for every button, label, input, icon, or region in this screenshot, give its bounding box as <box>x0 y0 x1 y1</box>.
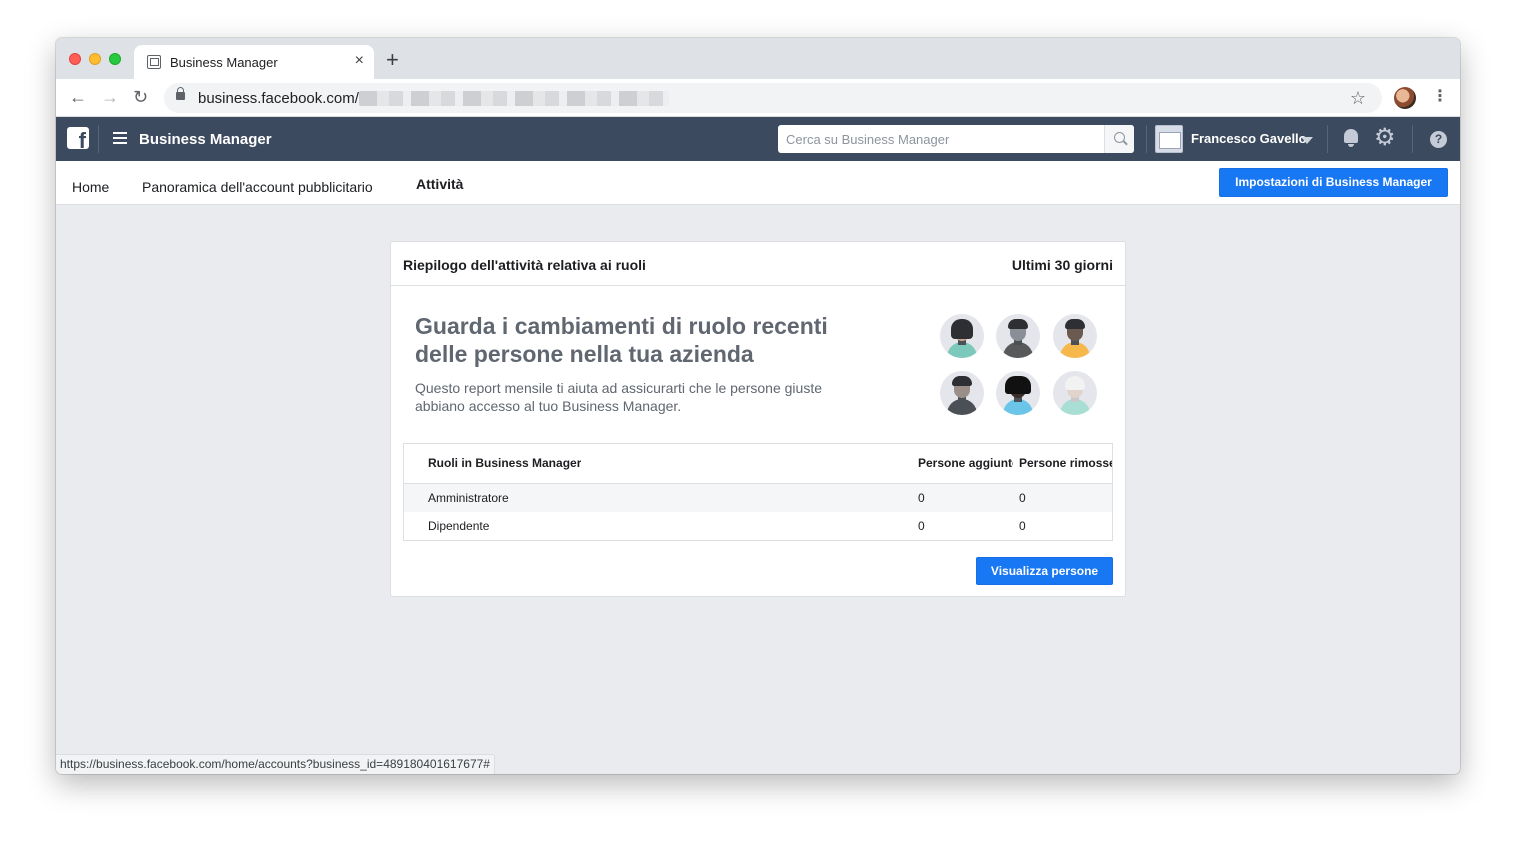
redacted-url-segment <box>359 91 669 106</box>
period-label: Ultimi 30 giorni <box>1011 257 1113 273</box>
new-tab-button[interactable]: + <box>386 49 399 71</box>
table-row: Dipendente 0 0 <box>404 512 1112 540</box>
column-header-removed[interactable]: Persone rimosse <box>1019 456 1112 470</box>
gear-icon[interactable]: ⚙ <box>1374 126 1396 150</box>
nav-home[interactable]: Home <box>72 179 109 195</box>
browser-window: Business Manager × + ← → ↻ business.face… <box>56 38 1460 774</box>
card-title: Riepilogo dell'attività relativa ai ruol… <box>403 257 646 273</box>
divider <box>1146 125 1147 153</box>
person-illustration-icon <box>1053 314 1097 358</box>
chevron-down-icon[interactable] <box>1301 137 1313 144</box>
column-header-roles[interactable]: Ruoli in Business Manager <box>428 456 581 470</box>
person-illustration-icon <box>996 314 1040 358</box>
person-illustration-icon <box>996 371 1040 415</box>
role-name: Dipendente <box>428 519 490 533</box>
user-name[interactable]: Francesco Gavello <box>1191 131 1307 146</box>
business-manager-topbar: f Business Manager Francesco Gavello ⚙ ? <box>56 117 1460 161</box>
browser-menu-icon[interactable]: ⋮ <box>1432 87 1448 107</box>
view-people-button[interactable]: Visualizza persone <box>976 557 1113 585</box>
person-illustration-icon <box>1053 371 1097 415</box>
close-window-button[interactable] <box>69 53 81 65</box>
browser-profile-avatar[interactable] <box>1394 87 1416 109</box>
hamburger-menu-icon[interactable] <box>113 132 127 144</box>
url-text: business.facebook.com/ <box>198 90 359 107</box>
maximize-window-button[interactable] <box>109 53 121 65</box>
browser-tab[interactable]: Business Manager × <box>134 45 374 79</box>
app-title[interactable]: Business Manager <box>139 131 272 148</box>
notifications-bell-icon[interactable] <box>1342 129 1360 147</box>
headline: Guarda i cambiamenti di ruolo recenti de… <box>415 313 828 367</box>
forward-icon[interactable]: → <box>101 87 119 107</box>
added-count: 0 <box>918 519 925 533</box>
person-illustration-icon <box>940 371 984 415</box>
bookmark-star-icon[interactable]: ☆ <box>1350 88 1366 109</box>
column-header-added[interactable]: Persone aggiunte <box>918 456 1013 470</box>
divider <box>1327 125 1328 153</box>
added-count: 0 <box>918 491 925 505</box>
status-bar-url: https://business.facebook.com/home/accou… <box>56 754 495 774</box>
tab-strip: Business Manager × + <box>56 38 1460 79</box>
table-row: Amministratore 0 0 <box>404 484 1112 512</box>
browser-toolbar: ← → ↻ business.facebook.com/ ☆ ⋮ <box>56 79 1460 117</box>
search-box <box>778 125 1134 153</box>
roles-table: Ruoli in Business Manager Persone aggiun… <box>403 443 1113 541</box>
divider <box>98 125 99 153</box>
nav-activity[interactable]: Attività <box>416 176 463 192</box>
search-icon[interactable] <box>1104 125 1134 153</box>
table-header: Ruoli in Business Manager Persone aggiun… <box>404 444 1112 484</box>
business-settings-button[interactable]: Impostazioni di Business Manager <box>1219 168 1448 197</box>
help-icon[interactable]: ? <box>1430 131 1447 148</box>
minimize-window-button[interactable] <box>89 53 101 65</box>
role-activity-card: Riepilogo dell'attività relativa ai ruol… <box>390 241 1126 597</box>
divider <box>1412 125 1413 153</box>
person-illustration-icon <box>940 314 984 358</box>
reload-icon[interactable]: ↻ <box>133 87 148 107</box>
facebook-logo-icon[interactable]: f <box>67 127 89 152</box>
favicon-icon <box>147 55 161 69</box>
description: Questo report mensile ti aiuta ad assicu… <box>415 380 822 414</box>
back-icon[interactable]: ← <box>69 87 87 107</box>
lock-icon <box>176 87 185 100</box>
card-header: Riepilogo dell'attività relativa ai ruol… <box>391 242 1125 286</box>
search-input[interactable] <box>778 125 1104 153</box>
removed-count: 0 <box>1019 519 1026 533</box>
business-avatar[interactable] <box>1155 125 1183 153</box>
removed-count: 0 <box>1019 491 1026 505</box>
tab-title: Business Manager <box>170 55 278 70</box>
role-name: Amministratore <box>428 491 509 505</box>
nav-ad-account-overview[interactable]: Panoramica dell'account pubblicitario <box>142 179 373 195</box>
sub-navigation: Home Panoramica dell'account pubblicitar… <box>56 161 1460 205</box>
address-bar[interactable]: business.facebook.com/ ☆ <box>164 83 1382 113</box>
tab-close-icon[interactable]: × <box>355 52 364 70</box>
